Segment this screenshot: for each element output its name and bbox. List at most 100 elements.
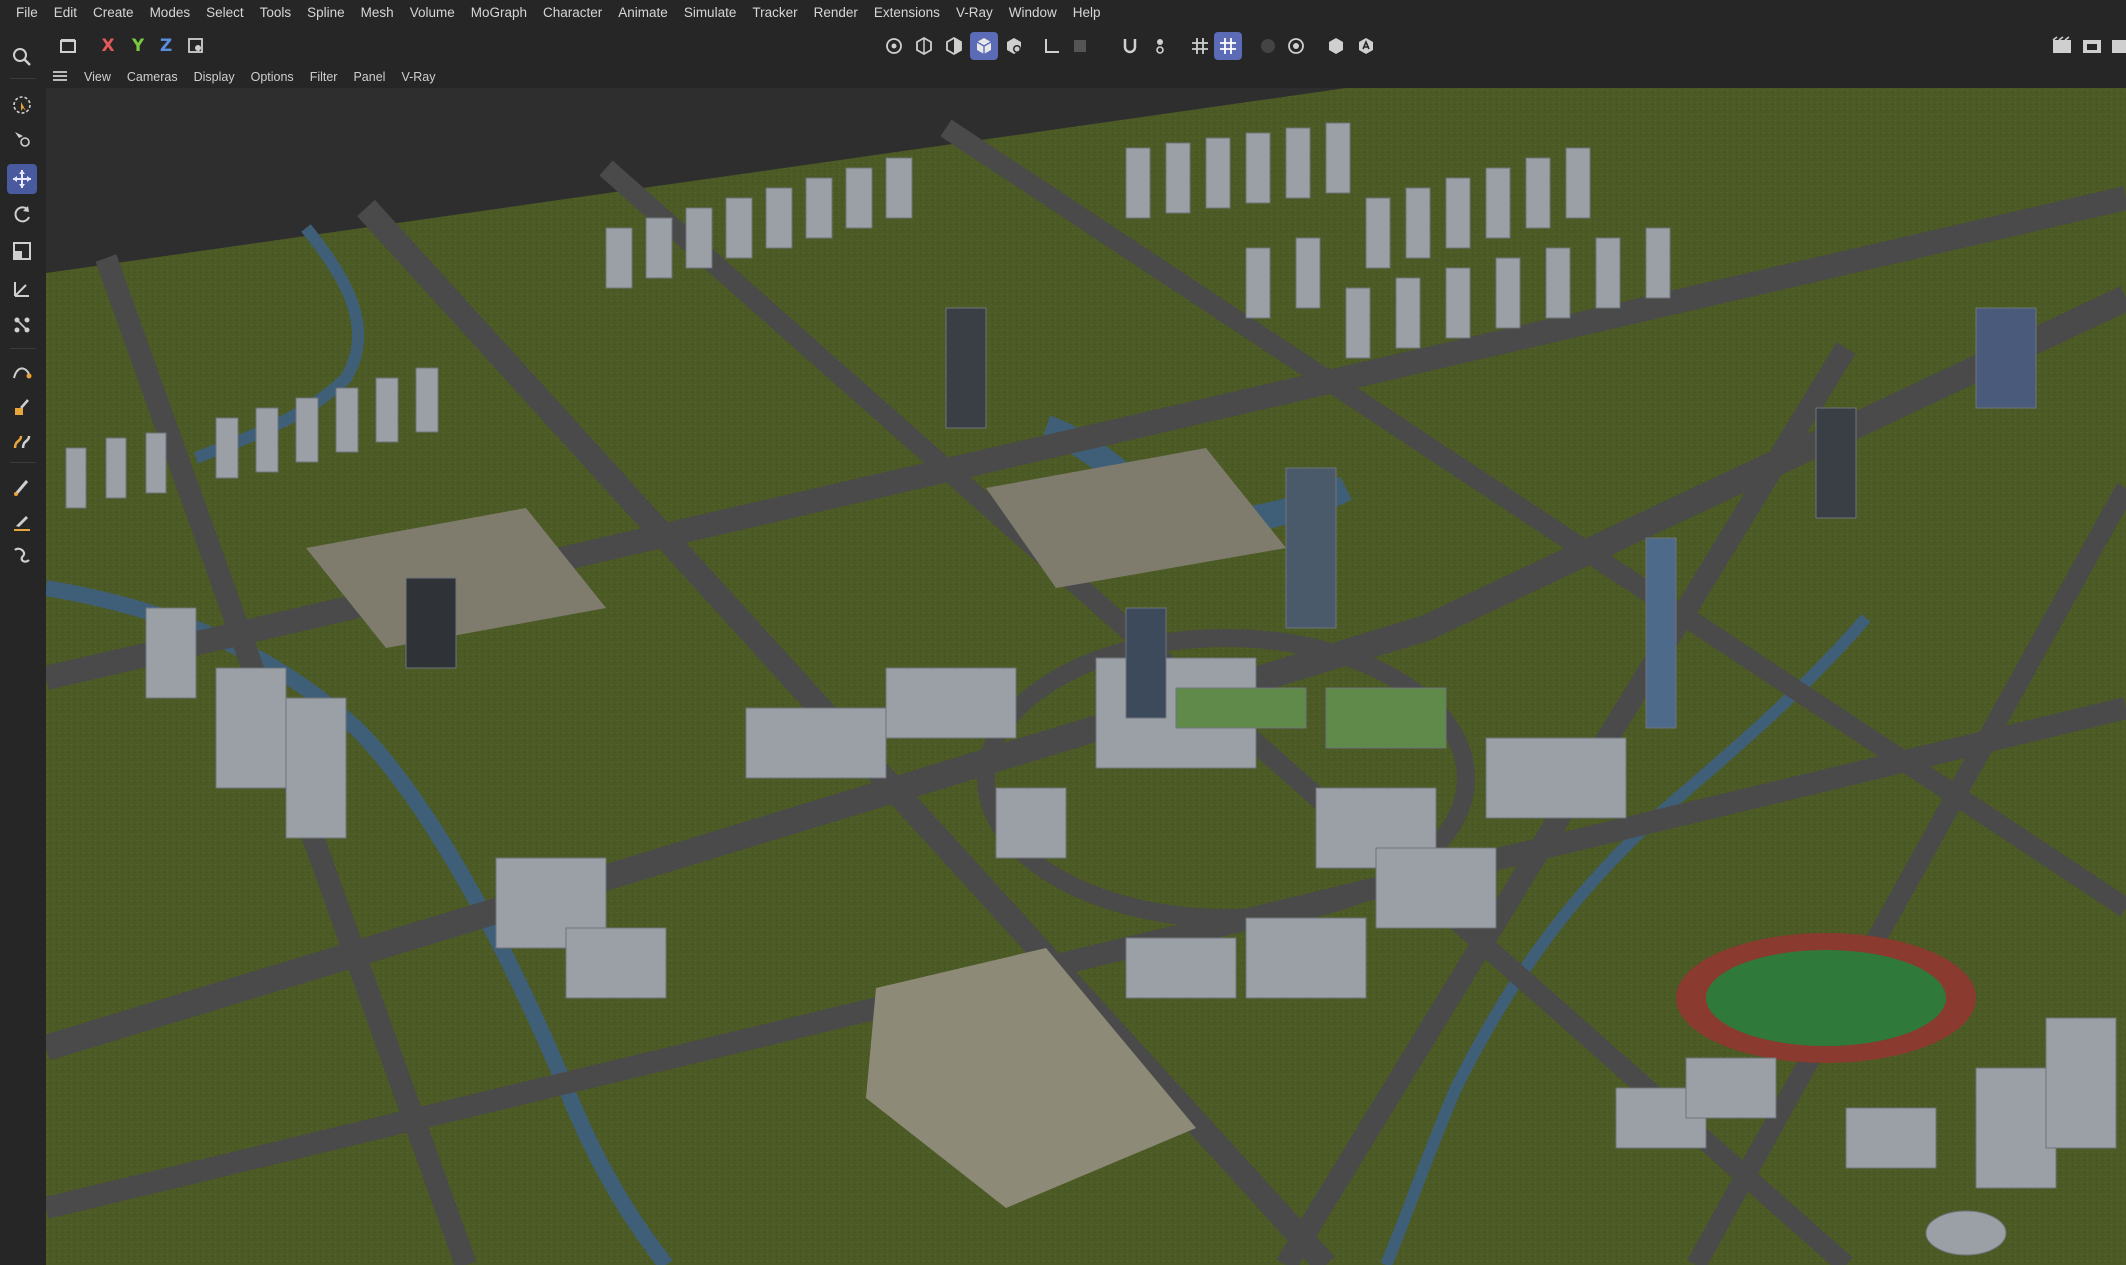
undo-history-icon[interactable] — [54, 32, 82, 60]
menu-render[interactable]: Render — [806, 0, 866, 26]
edit-render-settings-icon[interactable] — [2106, 32, 2126, 60]
menu-spline[interactable]: Spline — [299, 0, 353, 26]
paint-icon[interactable] — [7, 392, 37, 422]
snapping-magnet-icon[interactable] — [1116, 32, 1144, 60]
workplane-grid-icon[interactable] — [1214, 32, 1242, 60]
building — [885, 157, 913, 219]
tower — [1975, 307, 2037, 409]
polygons-mode-icon[interactable] — [940, 32, 968, 60]
menu-mesh[interactable]: Mesh — [353, 0, 402, 26]
spline-pen-icon[interactable] — [7, 358, 37, 388]
building — [295, 397, 319, 463]
lock-y-axis-button[interactable]: Y — [124, 32, 152, 60]
building — [845, 167, 873, 229]
tool-palette — [0, 40, 46, 1265]
building — [685, 207, 713, 269]
viewport-menu-panel[interactable]: Panel — [345, 70, 393, 84]
building — [1295, 237, 1321, 309]
menu-modes[interactable]: Modes — [142, 0, 199, 26]
live-selection-icon[interactable] — [7, 90, 37, 120]
viewport-menu-options[interactable]: Options — [243, 70, 302, 84]
render-view-icon[interactable] — [2048, 32, 2076, 60]
viewport-panel-menu-icon[interactable] — [46, 70, 76, 85]
axis-mode-icon[interactable] — [1038, 32, 1066, 60]
building — [1685, 1057, 1777, 1119]
building — [285, 697, 347, 839]
brush-icon[interactable] — [7, 472, 37, 502]
building — [1405, 187, 1431, 259]
rotate-icon[interactable] — [7, 200, 37, 230]
render-region-icon[interactable] — [1254, 32, 1282, 60]
vray-logo-icon[interactable] — [1352, 32, 1380, 60]
points-mode-icon[interactable] — [880, 32, 908, 60]
knife-icon[interactable] — [7, 506, 37, 536]
render-to-picture-viewer-icon[interactable] — [2078, 32, 2106, 60]
building — [1485, 737, 1627, 819]
building — [1285, 127, 1311, 199]
building — [65, 447, 87, 509]
menu-tools[interactable]: Tools — [252, 0, 300, 26]
building — [1125, 147, 1151, 219]
building — [1375, 847, 1497, 929]
building — [765, 187, 793, 249]
menu-extensions[interactable]: Extensions — [866, 0, 948, 26]
menu-tracker[interactable]: Tracker — [744, 0, 805, 26]
menu-simulate[interactable]: Simulate — [676, 0, 745, 26]
building — [1245, 247, 1271, 319]
building — [1445, 177, 1471, 249]
building — [255, 407, 279, 473]
building — [1845, 1107, 1937, 1169]
menu-animate[interactable]: Animate — [610, 0, 676, 26]
viewport-menu-display[interactable]: Display — [186, 70, 243, 84]
grid-snap-icon[interactable] — [1186, 32, 1214, 60]
building — [605, 227, 633, 289]
menu-mograph[interactable]: MoGraph — [463, 0, 535, 26]
magnet-icon[interactable] — [7, 540, 37, 570]
transform-icon[interactable] — [7, 274, 37, 304]
green-roof — [1175, 687, 1307, 729]
menu-help[interactable]: Help — [1065, 0, 1109, 26]
model-mode-icon[interactable] — [970, 32, 998, 60]
viewport-menu-vray[interactable]: V-Ray — [393, 70, 443, 84]
edges-mode-icon[interactable] — [910, 32, 938, 60]
menu-vray[interactable]: V-Ray — [948, 0, 1001, 26]
menu-create[interactable]: Create — [85, 0, 142, 26]
selection-tools-icon[interactable] — [7, 124, 37, 154]
building — [1165, 142, 1191, 214]
interactive-render-icon[interactable] — [1282, 32, 1310, 60]
viewport-menu-cameras[interactable]: Cameras — [119, 70, 186, 84]
building — [1925, 1210, 2007, 1256]
viewport-menu-bar: View Cameras Display Options Filter Pane… — [46, 66, 2126, 88]
building — [1345, 287, 1371, 359]
building — [215, 667, 287, 789]
search-icon[interactable] — [7, 42, 37, 72]
building — [885, 667, 1017, 739]
menu-volume[interactable]: Volume — [402, 0, 463, 26]
menu-window[interactable]: Window — [1001, 0, 1065, 26]
tower — [945, 307, 987, 429]
palette-separator — [10, 348, 36, 349]
soft-selection-icon[interactable] — [1146, 32, 1174, 60]
viewport-menu-view[interactable]: View — [76, 70, 119, 84]
menu-edit[interactable]: Edit — [46, 0, 85, 26]
texture-mode-icon[interactable] — [1000, 32, 1028, 60]
sculpt-icon[interactable] — [7, 426, 37, 456]
workplane-icon[interactable] — [1066, 32, 1094, 60]
axis-x-label: X — [101, 36, 115, 56]
menu-character[interactable]: Character — [535, 0, 610, 26]
snap-transform-icon[interactable] — [7, 310, 37, 340]
lock-z-axis-button[interactable]: Z — [152, 32, 180, 60]
move-icon[interactable] — [7, 164, 37, 194]
coordinate-system-icon[interactable] — [182, 32, 210, 60]
building — [725, 197, 753, 259]
menu-select[interactable]: Select — [198, 0, 252, 26]
lock-x-axis-button[interactable]: X — [94, 32, 122, 60]
city-scene-render — [46, 88, 2126, 1265]
building — [1245, 917, 1367, 999]
building — [1125, 937, 1237, 999]
render-settings-icon[interactable] — [1322, 32, 1350, 60]
scale-icon[interactable] — [7, 236, 37, 266]
viewport-menu-filter[interactable]: Filter — [302, 70, 346, 84]
perspective-viewport[interactable] — [46, 88, 2126, 1265]
menu-file[interactable]: File — [8, 0, 46, 26]
